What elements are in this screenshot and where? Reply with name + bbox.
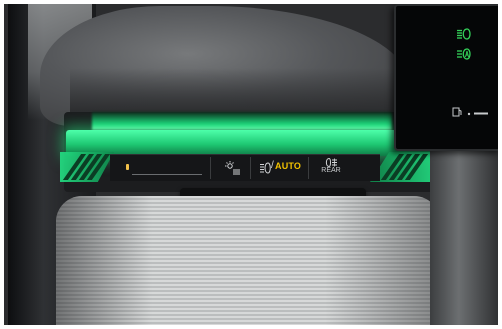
right-chevron-stripes [380,154,429,180]
dimmer-slider[interactable] [122,158,210,178]
rear-label: REAR [321,167,341,174]
headlight-indicator-icon [457,28,471,40]
interior-light-button[interactable] [210,157,251,179]
auto-headlight-button[interactable]: / AUTO [250,157,309,179]
auto-label: AUTO [275,161,302,171]
dimmer-indicator [126,164,129,170]
lighting-control-panel: / AUTO REAR [110,154,380,181]
auto-headlight-indicator-icon [457,48,471,60]
dimmer-track [132,174,202,175]
dashboard-shadow [70,68,400,116]
left-chevron-stripes [62,154,111,180]
instrument-cluster-screen [394,4,502,151]
ambient-light-bar [66,130,432,156]
ambient-light-top [92,112,392,130]
vehicle-interior-photo: / AUTO REAR [0,0,502,329]
rear-fog-button[interactable]: REAR [308,157,353,179]
rear-fog-icon [325,158,337,167]
right-console-trim [430,150,502,329]
separator-slash: / [271,160,274,171]
vent-shadow [56,196,440,329]
interior-light-icon [225,161,240,175]
fuel-pump-icon [452,107,488,117]
